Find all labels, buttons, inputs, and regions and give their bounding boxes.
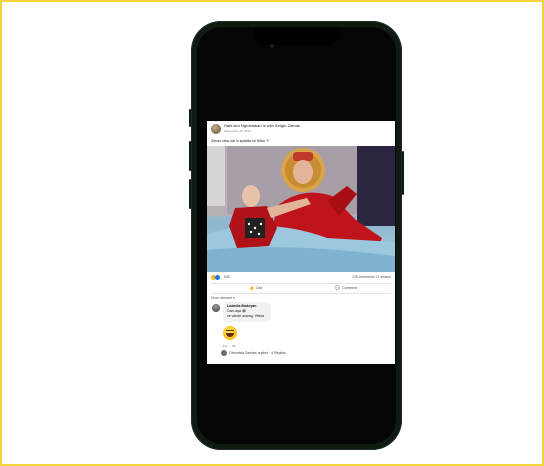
comment-button[interactable]: 💬 Comment [335, 285, 357, 290]
facebook-post: Hahi-kim Ngrobiaban is with Sergiu Zamas… [207, 121, 395, 364]
phone-screen: Hahi-kim Ngrobiaban is with Sergiu Zamas… [197, 27, 396, 444]
post-caption: Zehaz zlew zàl în spatale lui Kõku ?! [211, 139, 270, 143]
comment-text-line2: ce vânde azamg. Yetiza [227, 314, 264, 318]
like-button[interactable]: 👍 Like [249, 285, 262, 290]
comment-icon: 💬 [335, 285, 340, 290]
comment-sort-dropdown[interactable]: Most relevant ▾ [211, 296, 235, 300]
divider [211, 283, 391, 284]
comment-bubble: Ludmila Budoyan Cam aşa 😂 ce vânde azamg… [223, 302, 271, 322]
replies-text: Ghrunisia Zandes replied · 4 Replies [229, 351, 286, 355]
post-photo[interactable] [207, 146, 395, 272]
comment-author[interactable]: Ludmila Budoyan [227, 304, 256, 308]
comment-text-line1: Cam aşa 😂 [227, 309, 247, 313]
post-date[interactable]: September 25, 2019 · [224, 129, 253, 133]
phone-side-button-left-2 [189, 141, 191, 171]
post-author[interactable]: Hahi-kim Ngrobiaban is with Sergiu Zamas [224, 123, 300, 128]
post-header: Hahi-kim Ngrobiaban is with Sergiu Zamas… [207, 121, 395, 137]
like-reaction-icon [215, 275, 220, 280]
post-photo-illustration [207, 146, 395, 272]
like-label: Like [255, 286, 263, 290]
phone-notch [253, 27, 340, 45]
laughing-emoji-icon [223, 326, 237, 340]
camera-icon [270, 44, 274, 48]
like-icon: 👍 [249, 285, 254, 290]
avatar[interactable] [211, 124, 221, 134]
phone-side-button-left-3 [189, 179, 191, 209]
comment-meta[interactable]: 11y · · 1K [223, 344, 236, 348]
phone-mockup: Hahi-kim Ngrobiaban is with Sergiu Zamas… [189, 21, 404, 450]
phone-side-button-right [402, 151, 404, 195]
emoji-mouth [226, 333, 234, 337]
divider [211, 293, 391, 294]
reaction-count[interactable]: 545 [224, 275, 230, 279]
comment-label: Comment [341, 286, 358, 290]
reactions-summary[interactable]: 545 128 comments 11 shares [211, 275, 391, 283]
phone-side-button-left-1 [189, 109, 191, 127]
post-actions: 👍 Like 💬 Comment [211, 285, 391, 293]
comments-shares-count[interactable]: 128 comments 11 shares [352, 275, 391, 279]
avatar[interactable] [212, 304, 220, 312]
avatar [221, 350, 227, 356]
